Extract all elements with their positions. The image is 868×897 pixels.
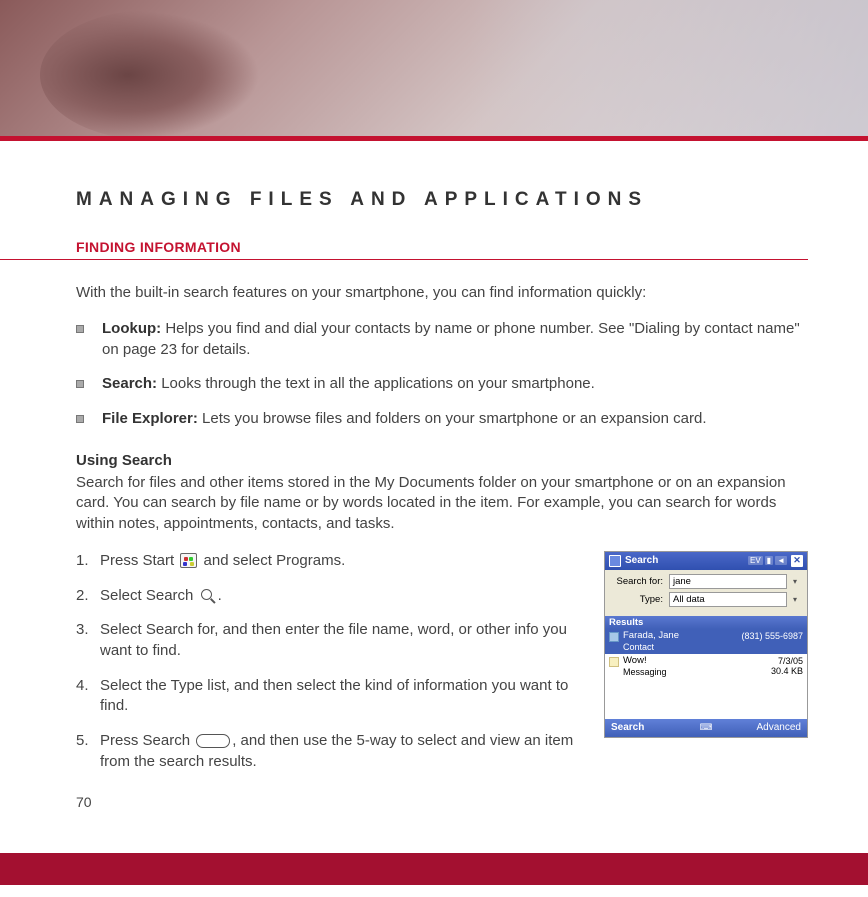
start-icon	[180, 553, 197, 568]
bullet-text: Looks through the text in all the applic…	[157, 375, 595, 392]
message-icon	[609, 657, 619, 667]
ss-title-text: Search	[625, 555, 744, 566]
bullet-label: File Explorer:	[102, 410, 198, 427]
step-text: Press Start	[100, 552, 178, 569]
signal-icon: ▮	[765, 556, 773, 565]
result-meta: 7/3/05	[771, 656, 803, 666]
feature-bullets: Lookup: Helps you find and dial your con…	[76, 319, 808, 430]
step-number: 4.	[76, 676, 100, 717]
ev-icon: EV	[748, 556, 763, 565]
square-bullet-icon	[76, 325, 84, 333]
result-sub: Contact	[623, 642, 737, 652]
bullet-fileexplorer: File Explorer: Lets you browse files and…	[76, 409, 808, 430]
section-heading: FINDING INFORMATION	[76, 239, 808, 255]
step-number: 5.	[76, 731, 100, 772]
type-select[interactable]: All data	[669, 592, 787, 607]
type-label: Type:	[611, 594, 663, 605]
speaker-icon: ◄	[775, 556, 787, 565]
bullet-text: Helps you find and dial your contacts by…	[102, 320, 800, 358]
step-text: .	[218, 587, 222, 604]
ss-form: Search for: jane ▾ Type: All data ▾	[605, 570, 807, 616]
sub-paragraph: Search for files and other items stored …	[76, 473, 808, 535]
dropdown-icon[interactable]: ▾	[793, 577, 801, 586]
step-2: 2. Select Search .	[76, 586, 578, 607]
page-title: MANAGING FILES AND APPLICATIONS	[76, 189, 808, 211]
start-menu-icon[interactable]	[609, 555, 621, 567]
result-meta: 30.4 KB	[771, 666, 803, 676]
steps-list: 1. Press Start and select Programs. 2. S…	[76, 551, 578, 787]
softkey-right-advanced[interactable]: Advanced	[714, 722, 801, 733]
step-text: Press Search	[100, 732, 194, 749]
page-number: 70	[76, 794, 808, 810]
softkey-icon	[196, 734, 230, 748]
results-header: Results	[605, 616, 807, 629]
result-name: Wow!	[623, 656, 767, 667]
contact-icon	[609, 632, 619, 642]
square-bullet-icon	[76, 415, 84, 423]
result-name: Farada, Jane	[623, 631, 737, 642]
step-5: 5. Press Search , and then use the 5-way…	[76, 731, 578, 772]
results-list: Farada, Jane Contact (831) 555-6987 Wow!…	[605, 629, 807, 719]
square-bullet-icon	[76, 380, 84, 388]
ss-titlebar: Search EV ▮ ◄ ✕	[605, 552, 807, 570]
step-3: 3. Select Search for, and then enter the…	[76, 620, 578, 661]
hero-image	[0, 0, 868, 136]
bullet-lookup: Lookup: Helps you find and dial your con…	[76, 319, 808, 360]
step-text: Select Search	[100, 587, 198, 604]
bullet-text: Lets you browse files and folders on you…	[198, 410, 707, 427]
dropdown-icon[interactable]: ▾	[793, 595, 801, 604]
search-for-label: Search for:	[611, 576, 663, 587]
step-text: Select Search for, and then enter the fi…	[100, 621, 567, 659]
step-4: 4. Select the Type list, and then select…	[76, 676, 578, 717]
footer-bar	[0, 853, 868, 885]
result-meta: (831) 555-6987	[741, 631, 803, 641]
ss-softkey-bar: Search ⌨ Advanced	[605, 719, 807, 737]
result-row-selected[interactable]: Farada, Jane Contact (831) 555-6987	[605, 629, 807, 654]
bullet-label: Lookup:	[102, 320, 161, 337]
step-number: 3.	[76, 620, 100, 661]
bullet-label: Search:	[102, 375, 157, 392]
search-for-input[interactable]: jane	[669, 574, 787, 589]
step-number: 1.	[76, 551, 100, 572]
subheading: Using Search	[76, 452, 808, 469]
softkey-left-search[interactable]: Search	[611, 722, 698, 733]
search-icon	[200, 588, 216, 604]
step-text: and select Programs.	[199, 552, 345, 569]
step-number: 2.	[76, 586, 100, 607]
close-icon[interactable]: ✕	[791, 555, 803, 567]
step-text: Select the Type list, and then select th…	[100, 677, 568, 715]
bullet-search: Search: Looks through the text in all th…	[76, 374, 808, 395]
device-screenshot: Search EV ▮ ◄ ✕ Search for: jane ▾ Type:…	[604, 551, 808, 738]
sip-icon[interactable]: ⌨	[698, 722, 714, 733]
result-row[interactable]: Wow! Messaging 7/3/05 30.4 KB	[605, 654, 807, 679]
intro-paragraph: With the built-in search features on you…	[76, 284, 808, 301]
result-sub: Messaging	[623, 667, 767, 677]
ss-status-icons: EV ▮ ◄	[748, 556, 787, 565]
step-1: 1. Press Start and select Programs.	[76, 551, 578, 572]
